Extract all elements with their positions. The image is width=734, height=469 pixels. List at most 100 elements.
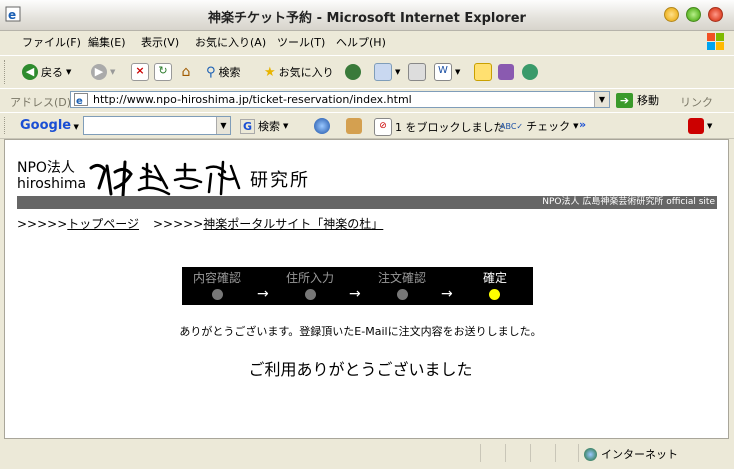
portal-link[interactable]: 神楽ポータルサイト「神楽の杜」	[203, 217, 383, 231]
research-icon	[498, 64, 514, 80]
status-divider	[505, 444, 506, 462]
toolbar-grip[interactable]	[4, 60, 8, 84]
menu-view[interactable]: 表示(V)	[141, 34, 179, 50]
security-zone-label: インターネット	[601, 448, 678, 461]
print-button[interactable]	[408, 62, 426, 82]
minimize-button[interactable]	[664, 7, 679, 22]
go-button[interactable]: ➔ 移動	[616, 92, 659, 108]
news-button[interactable]	[346, 118, 362, 134]
translate-button[interactable]: ▼	[688, 118, 712, 134]
note-icon	[474, 63, 492, 81]
refresh-button[interactable]: ↻	[154, 62, 172, 82]
step-dot	[397, 289, 408, 300]
google-search-label: 検索	[258, 120, 281, 133]
back-button[interactable]: ◀ 戻る ▼	[22, 62, 71, 82]
google-logo-text: Google	[20, 118, 72, 133]
home-button[interactable]: ⌂	[178, 62, 194, 82]
messenger-icon	[522, 64, 538, 80]
chevron-down-icon: ▼	[110, 68, 116, 76]
top-page-link[interactable]: トップページ	[67, 217, 139, 231]
google-logo[interactable]: Google ▼	[20, 118, 79, 133]
pagerank-button[interactable]	[314, 118, 330, 134]
translate-icon	[688, 118, 704, 134]
google-search-button[interactable]: G 検索 ▼	[240, 118, 288, 134]
menu-file[interactable]: ファイル(F)	[22, 34, 81, 50]
status-divider	[530, 444, 531, 462]
status-divider	[578, 444, 579, 462]
messenger-button[interactable]	[522, 62, 538, 82]
mail-button[interactable]: ▼	[374, 62, 400, 82]
step-arrow: →	[349, 286, 361, 302]
ie-page-icon: e	[74, 93, 88, 106]
menu-bar: ファイル(F) 編集(E) 表示(V) お気に入り(A) ツール(T) ヘルプ(…	[0, 31, 734, 51]
address-dropdown-icon[interactable]: ▼	[594, 92, 609, 107]
globe-icon	[314, 118, 330, 134]
thanks-heading: ご利用ありがとうございました	[248, 360, 473, 379]
nav-top: >>>>>トップページ	[17, 215, 139, 232]
browser-window: e 神楽チケット予約 - Microsoft Internet Explorer…	[0, 0, 734, 469]
back-label: 戻る	[41, 66, 63, 79]
nav-prefix: >>>>>	[17, 217, 68, 231]
spellcheck-button[interactable]: ABC✓ チェック ▼	[500, 118, 579, 134]
refresh-icon: ↻	[154, 63, 172, 81]
star-icon: ★	[264, 64, 276, 80]
history-button[interactable]	[345, 62, 361, 82]
research-button[interactable]	[498, 62, 514, 82]
google-g-icon: G	[240, 118, 256, 134]
site-banner: NPO法人 広島神楽芸術研究所 official site	[17, 196, 717, 209]
brand-caption: 研究所	[250, 170, 310, 191]
back-arrow-icon: ◀	[22, 64, 38, 80]
favorites-label: お気に入り	[278, 66, 334, 79]
windows-logo-icon	[707, 33, 724, 50]
google-toolbar: Google ▼ ▼ G 検索 ▼ ⊘ 1 をブロックしました ABC✓ チェッ…	[0, 112, 734, 139]
menu-help[interactable]: ヘルプ(H)	[336, 34, 386, 50]
forward-arrow-icon: ▶	[91, 64, 107, 80]
org-name: NPO法人 hiroshima	[17, 160, 86, 192]
chevron-down-icon: ▼	[707, 122, 713, 130]
links-toolbar[interactable]: リンク	[680, 94, 713, 110]
maximize-button[interactable]	[686, 7, 701, 22]
stop-button[interactable]: ×	[131, 62, 149, 82]
home-icon: ⌂	[181, 64, 191, 80]
window-title: 神楽チケット予約 - Microsoft Internet Explorer	[208, 11, 526, 26]
google-search-input[interactable]: ▼	[83, 116, 231, 135]
chevron-down-icon: ▼	[395, 68, 401, 76]
mail-icon	[374, 63, 392, 81]
search-label: 検索	[218, 66, 241, 79]
menu-edit[interactable]: 編集(E)	[88, 34, 126, 50]
toolbar-grip[interactable]	[4, 117, 8, 134]
menu-favorites[interactable]: お気に入り(A)	[195, 34, 266, 50]
chevron-down-icon: ▼	[283, 122, 289, 130]
org-line-2: hiroshima	[17, 176, 87, 192]
title-bar: e 神楽チケット予約 - Microsoft Internet Explorer	[0, 0, 734, 31]
order-progress: 内容確認 住所入力 注文確認 確定 → → →	[182, 267, 533, 305]
step-dot	[305, 289, 316, 300]
address-url: http://www.npo-hiroshima.jp/ticket-reser…	[93, 93, 412, 106]
favorites-button[interactable]: ★ お気に入り	[264, 62, 334, 82]
news-icon	[346, 118, 362, 134]
menu-tools[interactable]: ツール(T)	[277, 34, 325, 50]
step-arrow: →	[257, 286, 269, 302]
close-button[interactable]	[708, 7, 723, 22]
address-input[interactable]: e http://www.npo-hiroshima.jp/ticket-res…	[70, 91, 610, 108]
confirmation-message: ありがとうございます。登録頂いたE-Mailに注文内容をお送りしました。	[179, 325, 542, 338]
popup-blocked-label: 1 をブロックしました	[395, 121, 505, 134]
chevron-down-icon: ▼	[573, 122, 579, 130]
popup-blocker-button[interactable]: ⊘ 1 をブロックしました	[374, 118, 505, 136]
word-icon: W	[434, 63, 452, 81]
security-zone: インターネット	[584, 446, 678, 462]
discuss-button[interactable]	[474, 62, 492, 82]
more-button[interactable]: »	[579, 118, 586, 131]
step-dot	[212, 289, 223, 300]
address-label: アドレス(D)	[10, 96, 72, 109]
chevron-down-icon[interactable]: ▼	[216, 117, 230, 134]
step-label: 住所入力	[285, 271, 334, 285]
address-bar: アドレス(D) e http://www.npo-hiroshima.jp/ti…	[0, 88, 734, 113]
edit-button[interactable]: W ▼	[434, 62, 460, 82]
search-button[interactable]: ⚲ 検索	[206, 62, 241, 82]
nav-prefix: >>>>>	[153, 217, 204, 231]
forward-button[interactable]: ▶ ▼	[91, 62, 115, 82]
status-divider	[555, 444, 556, 462]
svg-text:e: e	[76, 96, 83, 106]
step-label-active: 確定	[482, 271, 507, 285]
